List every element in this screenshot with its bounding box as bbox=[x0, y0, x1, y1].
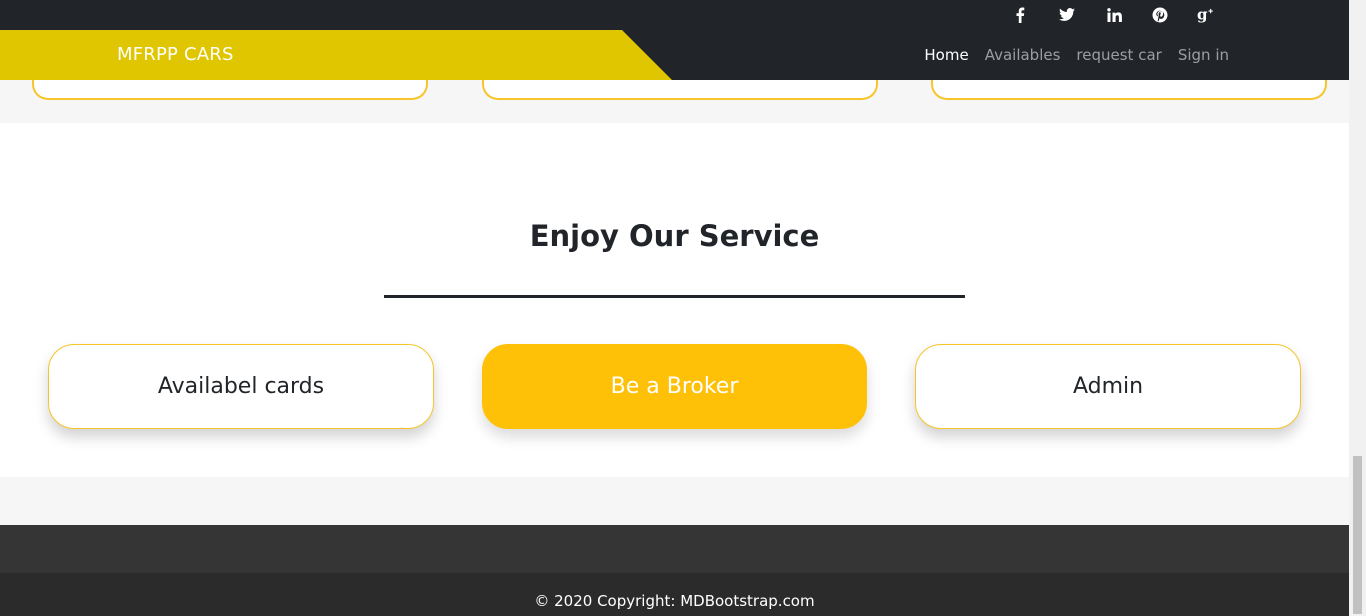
facebook-icon[interactable] bbox=[1005, 0, 1035, 30]
nav-link-request-car[interactable]: request car bbox=[1076, 46, 1161, 64]
linkedin-icon[interactable] bbox=[1099, 0, 1129, 30]
nav-link-home[interactable]: Home bbox=[924, 46, 968, 64]
google-plus-icon[interactable]: g bbox=[1191, 0, 1221, 30]
brand-logo[interactable]: MFRPP CARS bbox=[117, 30, 234, 80]
footer-copyright-bar: © 2020 Copyright: MDBootstrap.com bbox=[0, 573, 1349, 616]
vertical-scrollbar[interactable] bbox=[1349, 0, 1366, 616]
admin-button[interactable]: Admin bbox=[915, 344, 1301, 429]
svg-text:g: g bbox=[1197, 7, 1208, 23]
footer bbox=[0, 525, 1349, 573]
pinterest-icon[interactable] bbox=[1145, 0, 1175, 30]
be-a-broker-button[interactable]: Be a Broker bbox=[482, 344, 867, 429]
section-spacer bbox=[0, 477, 1349, 525]
available-cards-button[interactable]: Availabel cards bbox=[48, 344, 434, 429]
service-section: Enjoy Our Service Availabel cards Be a B… bbox=[0, 123, 1349, 477]
service-title: Enjoy Our Service bbox=[529, 219, 820, 253]
brand-banner bbox=[0, 30, 672, 80]
nav-link-sign-in[interactable]: Sign in bbox=[1178, 46, 1229, 64]
cars-section bbox=[0, 60, 1349, 123]
navbar: MFRPP CARS Home Availables request car S… bbox=[0, 30, 1349, 80]
page: g MFRPP CARS Home Availables request car… bbox=[0, 0, 1349, 616]
social-bar: g bbox=[0, 0, 1349, 30]
nav-link-availables[interactable]: Availables bbox=[985, 46, 1061, 64]
twitter-icon[interactable] bbox=[1052, 0, 1082, 30]
title-divider bbox=[384, 295, 965, 298]
copyright-text: © 2020 Copyright: MDBootstrap.com bbox=[534, 592, 815, 610]
scrollbar-thumb[interactable] bbox=[1353, 456, 1362, 614]
nav-links: Home Availables request car Sign in bbox=[924, 30, 1229, 80]
